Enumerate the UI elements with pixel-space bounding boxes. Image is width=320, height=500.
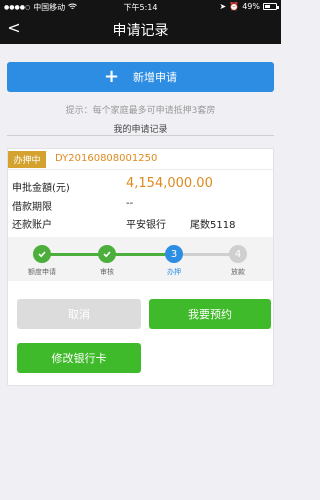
- location-icon: ➤: [219, 2, 227, 11]
- add-application-label: 新增申请: [133, 71, 178, 84]
- application-card: 办押中 DY20160808001250 申批金額(元) 4,154,000.0…: [7, 148, 274, 386]
- step-2-dot: [98, 245, 116, 263]
- modify-bank-card-button[interactable]: 修改银行卡: [17, 343, 141, 373]
- section-divider: [7, 135, 274, 136]
- hint-text: 提示：每个家庭最多可申请抵押3套房: [65, 106, 216, 116]
- book-appointment-button[interactable]: 我要预约: [149, 299, 271, 329]
- step-1-dot: [33, 245, 51, 263]
- battery-percent: 49%: [242, 2, 260, 11]
- status-badge: 办押中: [8, 151, 46, 168]
- cancel-button[interactable]: 取消: [17, 299, 141, 329]
- check-icon: [103, 251, 111, 258]
- amount-label: 申批金額(元): [12, 183, 70, 194]
- progress-steps: 额度申请 审核 3 办押 4 放款: [8, 237, 273, 281]
- section-title: 我的申请记录: [113, 125, 168, 135]
- nav-bar: < 申请记录: [0, 14, 281, 44]
- page-title: 申请记录: [112, 23, 169, 39]
- check-icon: [38, 251, 46, 258]
- battery-icon: [263, 3, 279, 10]
- step-3-dot: 3: [165, 245, 183, 263]
- status-bar: ●●●●○ 中国移动 下午5:14 ➤ ⏰ 49%: [0, 0, 281, 14]
- step-4-label: 放款: [231, 268, 245, 276]
- section-header: 我的申请记录: [7, 121, 274, 136]
- step-1-label: 额度申请: [28, 268, 56, 276]
- order-number: DY20160808001250: [55, 153, 158, 164]
- bank-name: 平安银行: [126, 220, 166, 231]
- step-3-label: 办押: [167, 268, 181, 276]
- step-2-label: 审核: [100, 268, 114, 276]
- alarm-icon: ⏰: [229, 2, 240, 11]
- account-label: 还款账户: [12, 220, 52, 231]
- step-4-dot: 4: [229, 245, 247, 263]
- term-label: 借款期限: [12, 202, 52, 213]
- account-tail: 尾数5118: [190, 220, 236, 231]
- card-header: 办押中 DY20160808001250: [8, 149, 273, 170]
- add-application-button[interactable]: + 新增申请: [7, 62, 274, 92]
- term-value: --: [126, 198, 134, 209]
- plus-icon: +: [103, 66, 120, 87]
- status-right: ➤ ⏰ 49%: [219, 2, 279, 11]
- amount-value: 4,154,000.00: [126, 176, 213, 191]
